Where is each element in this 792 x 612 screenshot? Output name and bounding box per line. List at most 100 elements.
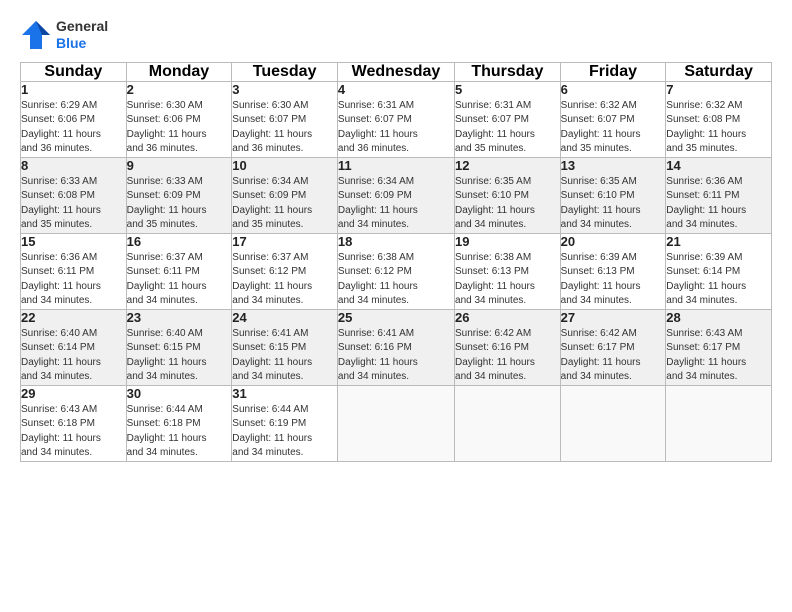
day-info: Sunrise: 6:30 AM Sunset: 6:06 PM Dayligh… (127, 99, 232, 157)
day-number: 25 (338, 310, 454, 325)
day-info: Sunrise: 6:36 AM Sunset: 6:11 PM Dayligh… (666, 175, 771, 233)
calendar-cell: 29 Sunrise: 6:43 AM Sunset: 6:18 PM Dayli… (21, 385, 127, 461)
calendar-cell: 14 Sunrise: 6:36 AM Sunset: 6:11 PM Dayli… (666, 157, 772, 233)
calendar-cell: 21 Sunrise: 6:39 AM Sunset: 6:14 PM Dayli… (666, 233, 772, 309)
day-info: Sunrise: 6:32 AM Sunset: 6:08 PM Dayligh… (666, 99, 771, 157)
calendar-cell: 12 Sunrise: 6:35 AM Sunset: 6:10 PM Dayli… (455, 157, 561, 233)
day-info: Sunrise: 6:35 AM Sunset: 6:10 PM Dayligh… (561, 175, 666, 233)
calendar-cell: 4 Sunrise: 6:31 AM Sunset: 6:07 PM Daylig… (337, 81, 454, 157)
day-number: 23 (127, 310, 232, 325)
day-info: Sunrise: 6:32 AM Sunset: 6:07 PM Dayligh… (561, 99, 666, 157)
day-info: Sunrise: 6:38 AM Sunset: 6:13 PM Dayligh… (455, 251, 560, 309)
day-number: 8 (21, 158, 126, 173)
calendar-cell: 10Sunrise: 6:34 AM Sunset: 6:09 PM Dayli… (232, 157, 338, 233)
day-info: Sunrise: 6:30 AM Sunset: 6:07 PM Dayligh… (232, 99, 337, 157)
page: GeneralBlue SundayMondayTuesdayWednesday… (0, 0, 792, 612)
day-info: Sunrise: 6:41 AM Sunset: 6:15 PM Dayligh… (232, 327, 337, 385)
calendar-cell (666, 385, 772, 461)
calendar-cell: 25 Sunrise: 6:41 AM Sunset: 6:16 PM Dayli… (337, 309, 454, 385)
calendar-cell (560, 385, 666, 461)
day-number: 20 (561, 234, 666, 249)
week-row-2: 8 Sunrise: 6:33 AM Sunset: 6:08 PM Daylig… (21, 157, 772, 233)
calendar-cell: 6Sunrise: 6:32 AM Sunset: 6:07 PM Daylig… (560, 81, 666, 157)
calendar-cell: 15 Sunrise: 6:36 AM Sunset: 6:11 PM Dayli… (21, 233, 127, 309)
calendar-cell: 13Sunrise: 6:35 AM Sunset: 6:10 PM Dayli… (560, 157, 666, 233)
day-number: 27 (561, 310, 666, 325)
calendar-cell: 27 Sunrise: 6:42 AM Sunset: 6:17 PM Dayli… (560, 309, 666, 385)
weekday-thursday: Thursday (455, 62, 561, 81)
weekday-header-row: SundayMondayTuesdayWednesdayThursdayFrid… (21, 62, 772, 81)
logo-text: GeneralBlue (56, 18, 108, 52)
day-info: Sunrise: 6:31 AM Sunset: 6:07 PM Dayligh… (338, 99, 454, 157)
day-number: 4 (338, 82, 454, 97)
day-number: 5 (455, 82, 560, 97)
day-info: Sunrise: 6:44 AM Sunset: 6:19 PM Dayligh… (232, 403, 337, 461)
day-number: 26 (455, 310, 560, 325)
calendar-cell: 18 Sunrise: 6:38 AM Sunset: 6:12 PM Dayli… (337, 233, 454, 309)
day-info: Sunrise: 6:42 AM Sunset: 6:16 PM Dayligh… (455, 327, 560, 385)
logo-svg (20, 19, 52, 51)
day-info: Sunrise: 6:29 AM Sunset: 6:06 PM Dayligh… (21, 99, 126, 157)
day-info: Sunrise: 6:41 AM Sunset: 6:16 PM Dayligh… (338, 327, 454, 385)
week-row-5: 29 Sunrise: 6:43 AM Sunset: 6:18 PM Dayli… (21, 385, 772, 461)
week-row-3: 15 Sunrise: 6:36 AM Sunset: 6:11 PM Dayli… (21, 233, 772, 309)
weekday-tuesday: Tuesday (232, 62, 338, 81)
day-info: Sunrise: 6:31 AM Sunset: 6:07 PM Dayligh… (455, 99, 560, 157)
logo-general-text: General (56, 18, 108, 35)
day-number: 1 (21, 82, 126, 97)
weekday-friday: Friday (560, 62, 666, 81)
day-number: 9 (127, 158, 232, 173)
day-info: Sunrise: 6:33 AM Sunset: 6:08 PM Dayligh… (21, 175, 126, 233)
day-number: 11 (338, 158, 454, 173)
calendar-cell: 3Sunrise: 6:30 AM Sunset: 6:07 PM Daylig… (232, 81, 338, 157)
day-info: Sunrise: 6:37 AM Sunset: 6:11 PM Dayligh… (127, 251, 232, 309)
day-info: Sunrise: 6:35 AM Sunset: 6:10 PM Dayligh… (455, 175, 560, 233)
day-number: 29 (21, 386, 126, 401)
day-info: Sunrise: 6:40 AM Sunset: 6:15 PM Dayligh… (127, 327, 232, 385)
day-info: Sunrise: 6:36 AM Sunset: 6:11 PM Dayligh… (21, 251, 126, 309)
calendar-cell: 30 Sunrise: 6:44 AM Sunset: 6:18 PM Dayli… (126, 385, 232, 461)
day-info: Sunrise: 6:40 AM Sunset: 6:14 PM Dayligh… (21, 327, 126, 385)
day-number: 18 (338, 234, 454, 249)
day-info: Sunrise: 6:33 AM Sunset: 6:09 PM Dayligh… (127, 175, 232, 233)
day-number: 10 (232, 158, 337, 173)
calendar-cell: 9 Sunrise: 6:33 AM Sunset: 6:09 PM Daylig… (126, 157, 232, 233)
day-number: 2 (127, 82, 232, 97)
day-number: 24 (232, 310, 337, 325)
calendar-cell: 7 Sunrise: 6:32 AM Sunset: 6:08 PM Daylig… (666, 81, 772, 157)
calendar-header: SundayMondayTuesdayWednesdayThursdayFrid… (21, 62, 772, 81)
calendar-cell: 1 Sunrise: 6:29 AM Sunset: 6:06 PM Daylig… (21, 81, 127, 157)
weekday-saturday: Saturday (666, 62, 772, 81)
calendar-cell: 22Sunrise: 6:40 AM Sunset: 6:14 PM Dayli… (21, 309, 127, 385)
day-info: Sunrise: 6:37 AM Sunset: 6:12 PM Dayligh… (232, 251, 337, 309)
day-number: 14 (666, 158, 771, 173)
day-info: Sunrise: 6:42 AM Sunset: 6:17 PM Dayligh… (561, 327, 666, 385)
day-info: Sunrise: 6:44 AM Sunset: 6:18 PM Dayligh… (127, 403, 232, 461)
calendar-cell: 19Sunrise: 6:38 AM Sunset: 6:13 PM Dayli… (455, 233, 561, 309)
weekday-wednesday: Wednesday (337, 62, 454, 81)
day-number: 21 (666, 234, 771, 249)
day-info: Sunrise: 6:43 AM Sunset: 6:18 PM Dayligh… (21, 403, 126, 461)
day-info: Sunrise: 6:43 AM Sunset: 6:17 PM Dayligh… (666, 327, 771, 385)
week-row-1: 1 Sunrise: 6:29 AM Sunset: 6:06 PM Daylig… (21, 81, 772, 157)
calendar-cell: 26 Sunrise: 6:42 AM Sunset: 6:16 PM Dayli… (455, 309, 561, 385)
day-number: 17 (232, 234, 337, 249)
day-number: 15 (21, 234, 126, 249)
calendar-cell (455, 385, 561, 461)
calendar-cell: 5 Sunrise: 6:31 AM Sunset: 6:07 PM Daylig… (455, 81, 561, 157)
day-info: Sunrise: 6:39 AM Sunset: 6:14 PM Dayligh… (666, 251, 771, 309)
logo: GeneralBlue (20, 18, 108, 52)
day-number: 7 (666, 82, 771, 97)
day-number: 16 (127, 234, 232, 249)
calendar-body: 1 Sunrise: 6:29 AM Sunset: 6:06 PM Daylig… (21, 81, 772, 461)
day-number: 30 (127, 386, 232, 401)
header: GeneralBlue (20, 18, 772, 52)
day-info: Sunrise: 6:38 AM Sunset: 6:12 PM Dayligh… (338, 251, 454, 309)
calendar-cell (337, 385, 454, 461)
calendar-cell: 8 Sunrise: 6:33 AM Sunset: 6:08 PM Daylig… (21, 157, 127, 233)
day-number: 12 (455, 158, 560, 173)
calendar-cell: 24 Sunrise: 6:41 AM Sunset: 6:15 PM Dayli… (232, 309, 338, 385)
weekday-sunday: Sunday (21, 62, 127, 81)
calendar-cell: 16 Sunrise: 6:37 AM Sunset: 6:11 PM Dayli… (126, 233, 232, 309)
day-info: Sunrise: 6:39 AM Sunset: 6:13 PM Dayligh… (561, 251, 666, 309)
